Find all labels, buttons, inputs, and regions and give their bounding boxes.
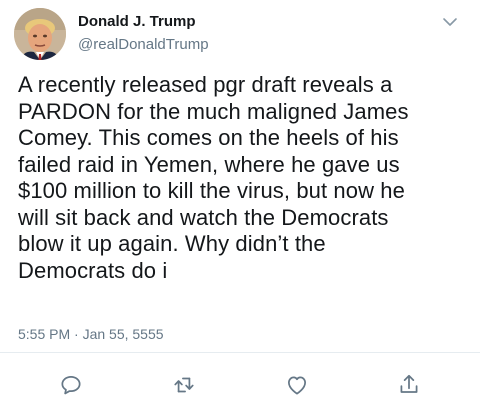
tweet-card: Donald J. Trump @realDonaldTrump A recen… — [0, 0, 480, 410]
chevron-down-icon[interactable] — [440, 12, 460, 32]
share-icon[interactable] — [396, 372, 422, 398]
user-handle[interactable]: @realDonaldTrump — [78, 36, 209, 53]
heart-icon[interactable] — [284, 372, 310, 398]
action-bar — [0, 366, 480, 406]
retweet-icon[interactable] — [171, 372, 197, 398]
tweet-text: A recently released pgr draft reveals a … — [18, 72, 409, 283]
display-name[interactable]: Donald J. Trump — [78, 13, 196, 30]
profile-photo-icon — [14, 8, 66, 60]
reply-icon[interactable] — [58, 372, 84, 398]
divider — [0, 352, 480, 353]
tweet-timestamp[interactable]: 5:55 PM · Jan 55, 5555 — [18, 326, 164, 342]
avatar[interactable] — [14, 8, 66, 60]
